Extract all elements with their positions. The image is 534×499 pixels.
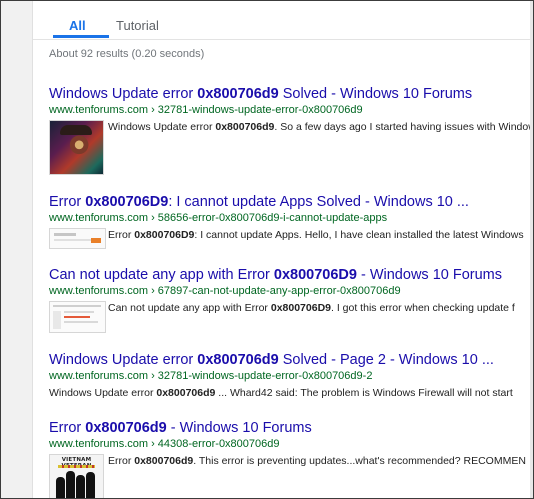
result-url[interactable]: www.tenforums.com › 44308-error-0x800706… <box>49 438 530 451</box>
result-body: Error 0x800706D9: I cannot update Apps. … <box>49 228 530 249</box>
search-result: Error 0x800706d9 - Windows 10 Forums www… <box>49 420 530 498</box>
result-snippet: Windows Update error 0x800706d9 ... Whar… <box>49 387 513 399</box>
result-body: Windows Update error 0x800706d9 ... Whar… <box>49 386 530 400</box>
scrollbar-edge[interactable] <box>530 1 533 498</box>
result-body: VIETNAM VETERAN Error 0x800706d9. This e… <box>49 454 530 498</box>
result-title-link[interactable]: Windows Update error 0x800706d9 Solved -… <box>49 86 530 103</box>
tab-tutorial[interactable]: Tutorial <box>116 18 159 33</box>
result-title-link[interactable]: Error 0x800706d9 - Windows 10 Forums <box>49 420 530 437</box>
result-stats: About 92 results (0.20 seconds) <box>49 48 205 60</box>
result-body: Windows Update error 0x800706d9. So a fe… <box>49 120 530 175</box>
search-result: Windows Update error 0x800706d9 Solved -… <box>49 352 530 400</box>
result-snippet: Error 0x800706D9: I cannot update Apps. … <box>108 229 524 241</box>
screenshot-thumbnail[interactable] <box>49 228 106 249</box>
portrait-thumbnail[interactable] <box>49 120 104 175</box>
result-title-link[interactable]: Windows Update error 0x800706d9 Solved -… <box>49 352 530 369</box>
search-results-page: All Tutorial About 92 results (0.20 seco… <box>33 1 530 498</box>
search-result: Can not update any app with Error 0x8007… <box>49 267 530 333</box>
result-title-link[interactable]: Error 0x800706D9: I cannot update Apps S… <box>49 194 530 211</box>
result-url[interactable]: www.tenforums.com › 32781-windows-update… <box>49 370 530 383</box>
result-title-link[interactable]: Can not update any app with Error 0x8007… <box>49 267 530 284</box>
left-gutter <box>1 1 33 498</box>
browser-frame: All Tutorial About 92 results (0.20 seco… <box>0 0 534 499</box>
tab-all[interactable]: All <box>69 18 86 33</box>
result-body: Can not update any app with Error 0x8007… <box>49 301 530 333</box>
tab-all-active-indicator <box>53 35 109 38</box>
result-snippet: Can not update any app with Error 0x8007… <box>108 302 515 314</box>
store-screenshot-thumbnail[interactable] <box>49 301 106 333</box>
result-snippet: Error 0x800706d9. This error is preventi… <box>108 455 526 467</box>
result-url[interactable]: www.tenforums.com › 32781-windows-update… <box>49 104 530 117</box>
search-result: Windows Update error 0x800706d9 Solved -… <box>49 86 530 175</box>
result-snippet: Windows Update error 0x800706d9. So a fe… <box>108 121 530 133</box>
vietnam-veteran-thumbnail[interactable]: VIETNAM VETERAN <box>49 454 104 498</box>
search-tabs: All Tutorial <box>33 1 530 40</box>
search-result: Error 0x800706D9: I cannot update Apps S… <box>49 194 530 249</box>
result-url[interactable]: www.tenforums.com › 67897-can-not-update… <box>49 285 530 298</box>
result-url[interactable]: www.tenforums.com › 58656-error-0x800706… <box>49 212 530 225</box>
